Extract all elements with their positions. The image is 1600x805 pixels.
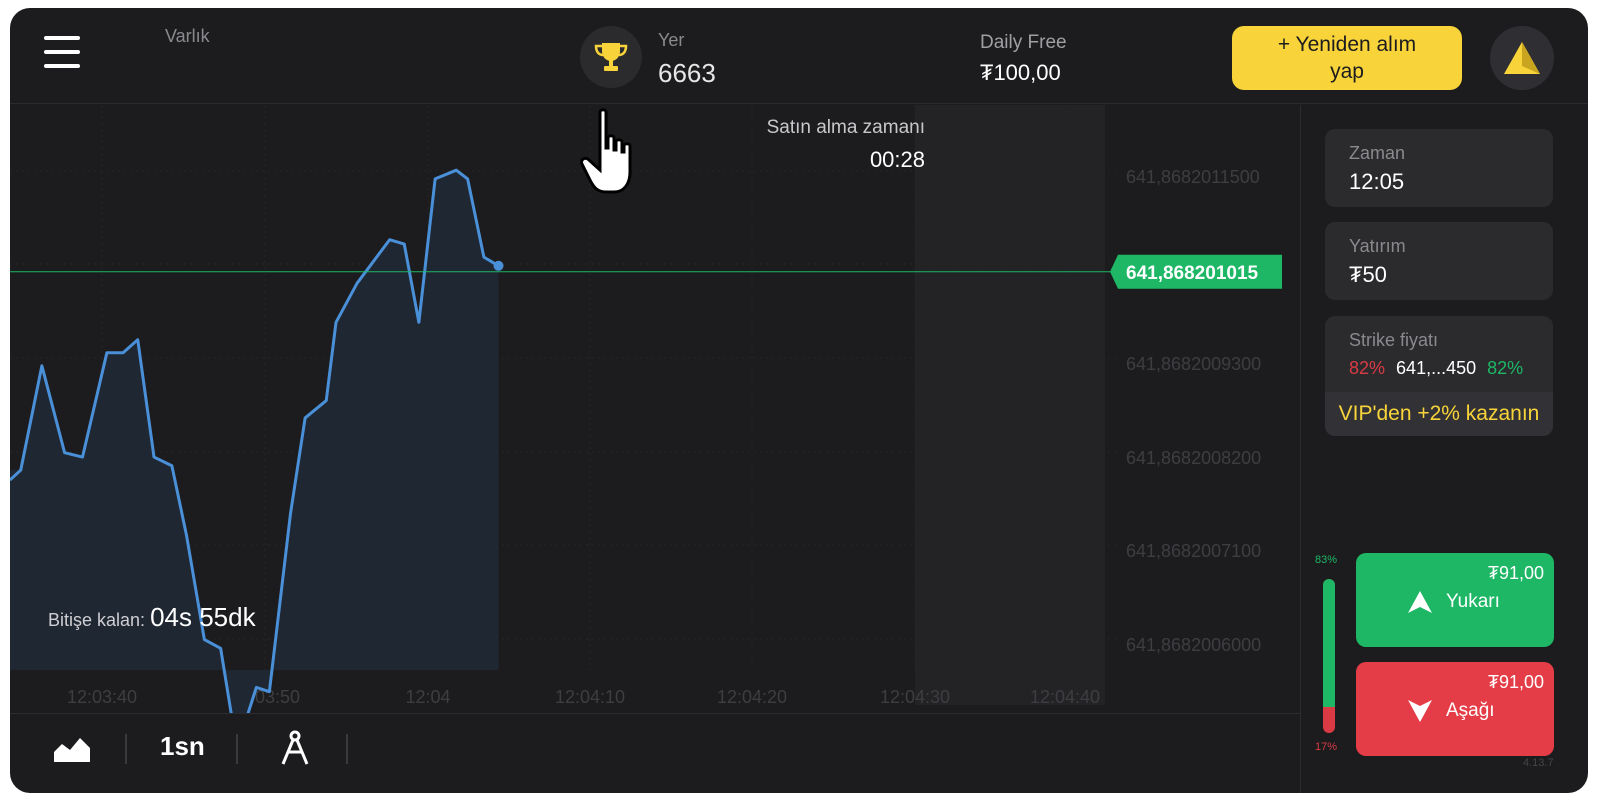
investment-selector[interactable]: Yatırım ₮50 bbox=[1325, 222, 1553, 300]
expiry-value: 04s 55dk bbox=[150, 602, 256, 632]
current-price-label: 641,868201015 bbox=[1126, 263, 1259, 284]
top-bar: Varlık Yer 6663 Daily Free ₮100,00 + Yen… bbox=[10, 8, 1588, 104]
toolbar-divider bbox=[125, 734, 127, 764]
investment-label: Yatırım bbox=[1349, 236, 1406, 256]
area-chart-icon[interactable] bbox=[52, 734, 92, 764]
rebuy-label-line1: + Yeniden alım bbox=[1277, 33, 1417, 56]
time-tick-label: 12:04:20 bbox=[717, 687, 787, 707]
current-price-dot bbox=[493, 260, 504, 271]
version-label: 4.13.7 bbox=[1523, 757, 1554, 769]
sentiment-bar-up bbox=[1323, 579, 1335, 707]
time-tick-label: 12:04:10 bbox=[555, 687, 625, 707]
expiry-zone bbox=[915, 105, 1105, 705]
expiry-label: Bitişe kalan: bbox=[48, 610, 146, 630]
price-tick-label: 641,8682008200 bbox=[1126, 448, 1261, 468]
time-selector[interactable]: Zaman 12:05 bbox=[1325, 129, 1553, 207]
up-payout: ₮91,00 bbox=[1487, 563, 1544, 583]
trophy-icon bbox=[594, 43, 628, 71]
arrow-up-icon bbox=[1408, 591, 1432, 613]
sentiment-bar bbox=[1323, 579, 1335, 733]
strike-price-selector[interactable]: Strike fiyatı 82% 641,...450 82% VIP'den… bbox=[1325, 316, 1553, 436]
down-payout: ₮91,00 bbox=[1487, 672, 1544, 692]
down-button[interactable]: ₮91,00 Aşağı bbox=[1356, 662, 1554, 756]
sentiment-down-pct: 17% bbox=[1315, 741, 1338, 753]
strike-row: 82% 641,...450 82% bbox=[1349, 358, 1523, 379]
time-tick-label: 12:03:40 bbox=[67, 687, 137, 707]
purchase-time-value: 00:28 bbox=[869, 147, 925, 172]
strike-right-pct: 82% bbox=[1487, 358, 1524, 378]
purchase-time-label: Satın alma zamanı bbox=[766, 117, 925, 138]
rebuy-button[interactable]: + Yeniden alım yap bbox=[1232, 26, 1462, 90]
hand-cursor-icon bbox=[580, 108, 632, 194]
triangle-logo-icon bbox=[1504, 42, 1540, 74]
price-tick-label: 641,8682007100 bbox=[1126, 541, 1261, 561]
price-tick-label: 641,8682009300 bbox=[1126, 354, 1261, 374]
avatar[interactable] bbox=[1490, 26, 1554, 90]
toolbar-divider bbox=[236, 734, 238, 764]
asset-label[interactable]: Varlık bbox=[165, 26, 210, 47]
arrow-down-icon bbox=[1408, 700, 1432, 722]
time-tick-label: 12:04:30 bbox=[880, 687, 950, 707]
time-tick-label: 12:04:40 bbox=[1030, 687, 1100, 707]
time-tick-label: 12:04 bbox=[405, 687, 450, 707]
rank-value: 6663 bbox=[658, 58, 716, 88]
investment-value: ₮50 bbox=[1349, 262, 1387, 287]
balance-value: ₮100,00 bbox=[980, 60, 1061, 85]
toolbar-divider bbox=[346, 734, 348, 764]
time-label: Zaman bbox=[1349, 143, 1406, 163]
expiry-countdown: Bitişe kalan: 04s 55dk bbox=[48, 602, 256, 633]
strike-label: Strike fiyatı bbox=[1349, 330, 1439, 350]
up-label: Yukarı bbox=[1446, 591, 1500, 612]
tournament-label: Daily Free bbox=[980, 32, 1067, 53]
vip-promo[interactable]: VIP'den +2% kazanın bbox=[1325, 392, 1553, 436]
bottom-toolbar: 1sn bbox=[10, 713, 1300, 793]
rebuy-label-line2: yap bbox=[1330, 60, 1364, 83]
timeframe-selector[interactable]: 1sn bbox=[160, 731, 205, 762]
hamburger-menu-icon[interactable] bbox=[44, 36, 84, 72]
trade-panel: Zaman 12:05 Yatırım ₮50 Strike fiyatı 82… bbox=[1300, 105, 1588, 793]
price-chart[interactable]: 12:03:40 12:03:50 12:04 12:04:10 12:04:20 12:… bbox=[10, 105, 1300, 713]
sentiment-up-pct: 83% bbox=[1315, 554, 1338, 566]
price-tick-label: 641,8682011500 bbox=[1126, 167, 1260, 187]
rank-label: Yer bbox=[658, 30, 685, 50]
drawing-tools-icon[interactable] bbox=[278, 730, 312, 768]
down-label: Aşağı bbox=[1446, 700, 1495, 721]
up-button[interactable]: ₮91,00 Yukarı bbox=[1356, 553, 1554, 647]
leaderboard-button[interactable] bbox=[580, 26, 642, 88]
strike-left-pct: 82% bbox=[1349, 358, 1386, 378]
app-window: Varlık Yer 6663 Daily Free ₮100,00 + Yen… bbox=[10, 8, 1588, 793]
time-value: 12:05 bbox=[1349, 169, 1405, 194]
price-tick-label: 641,8682006000 bbox=[1126, 635, 1261, 655]
strike-value: 641,...450 bbox=[1396, 358, 1477, 378]
